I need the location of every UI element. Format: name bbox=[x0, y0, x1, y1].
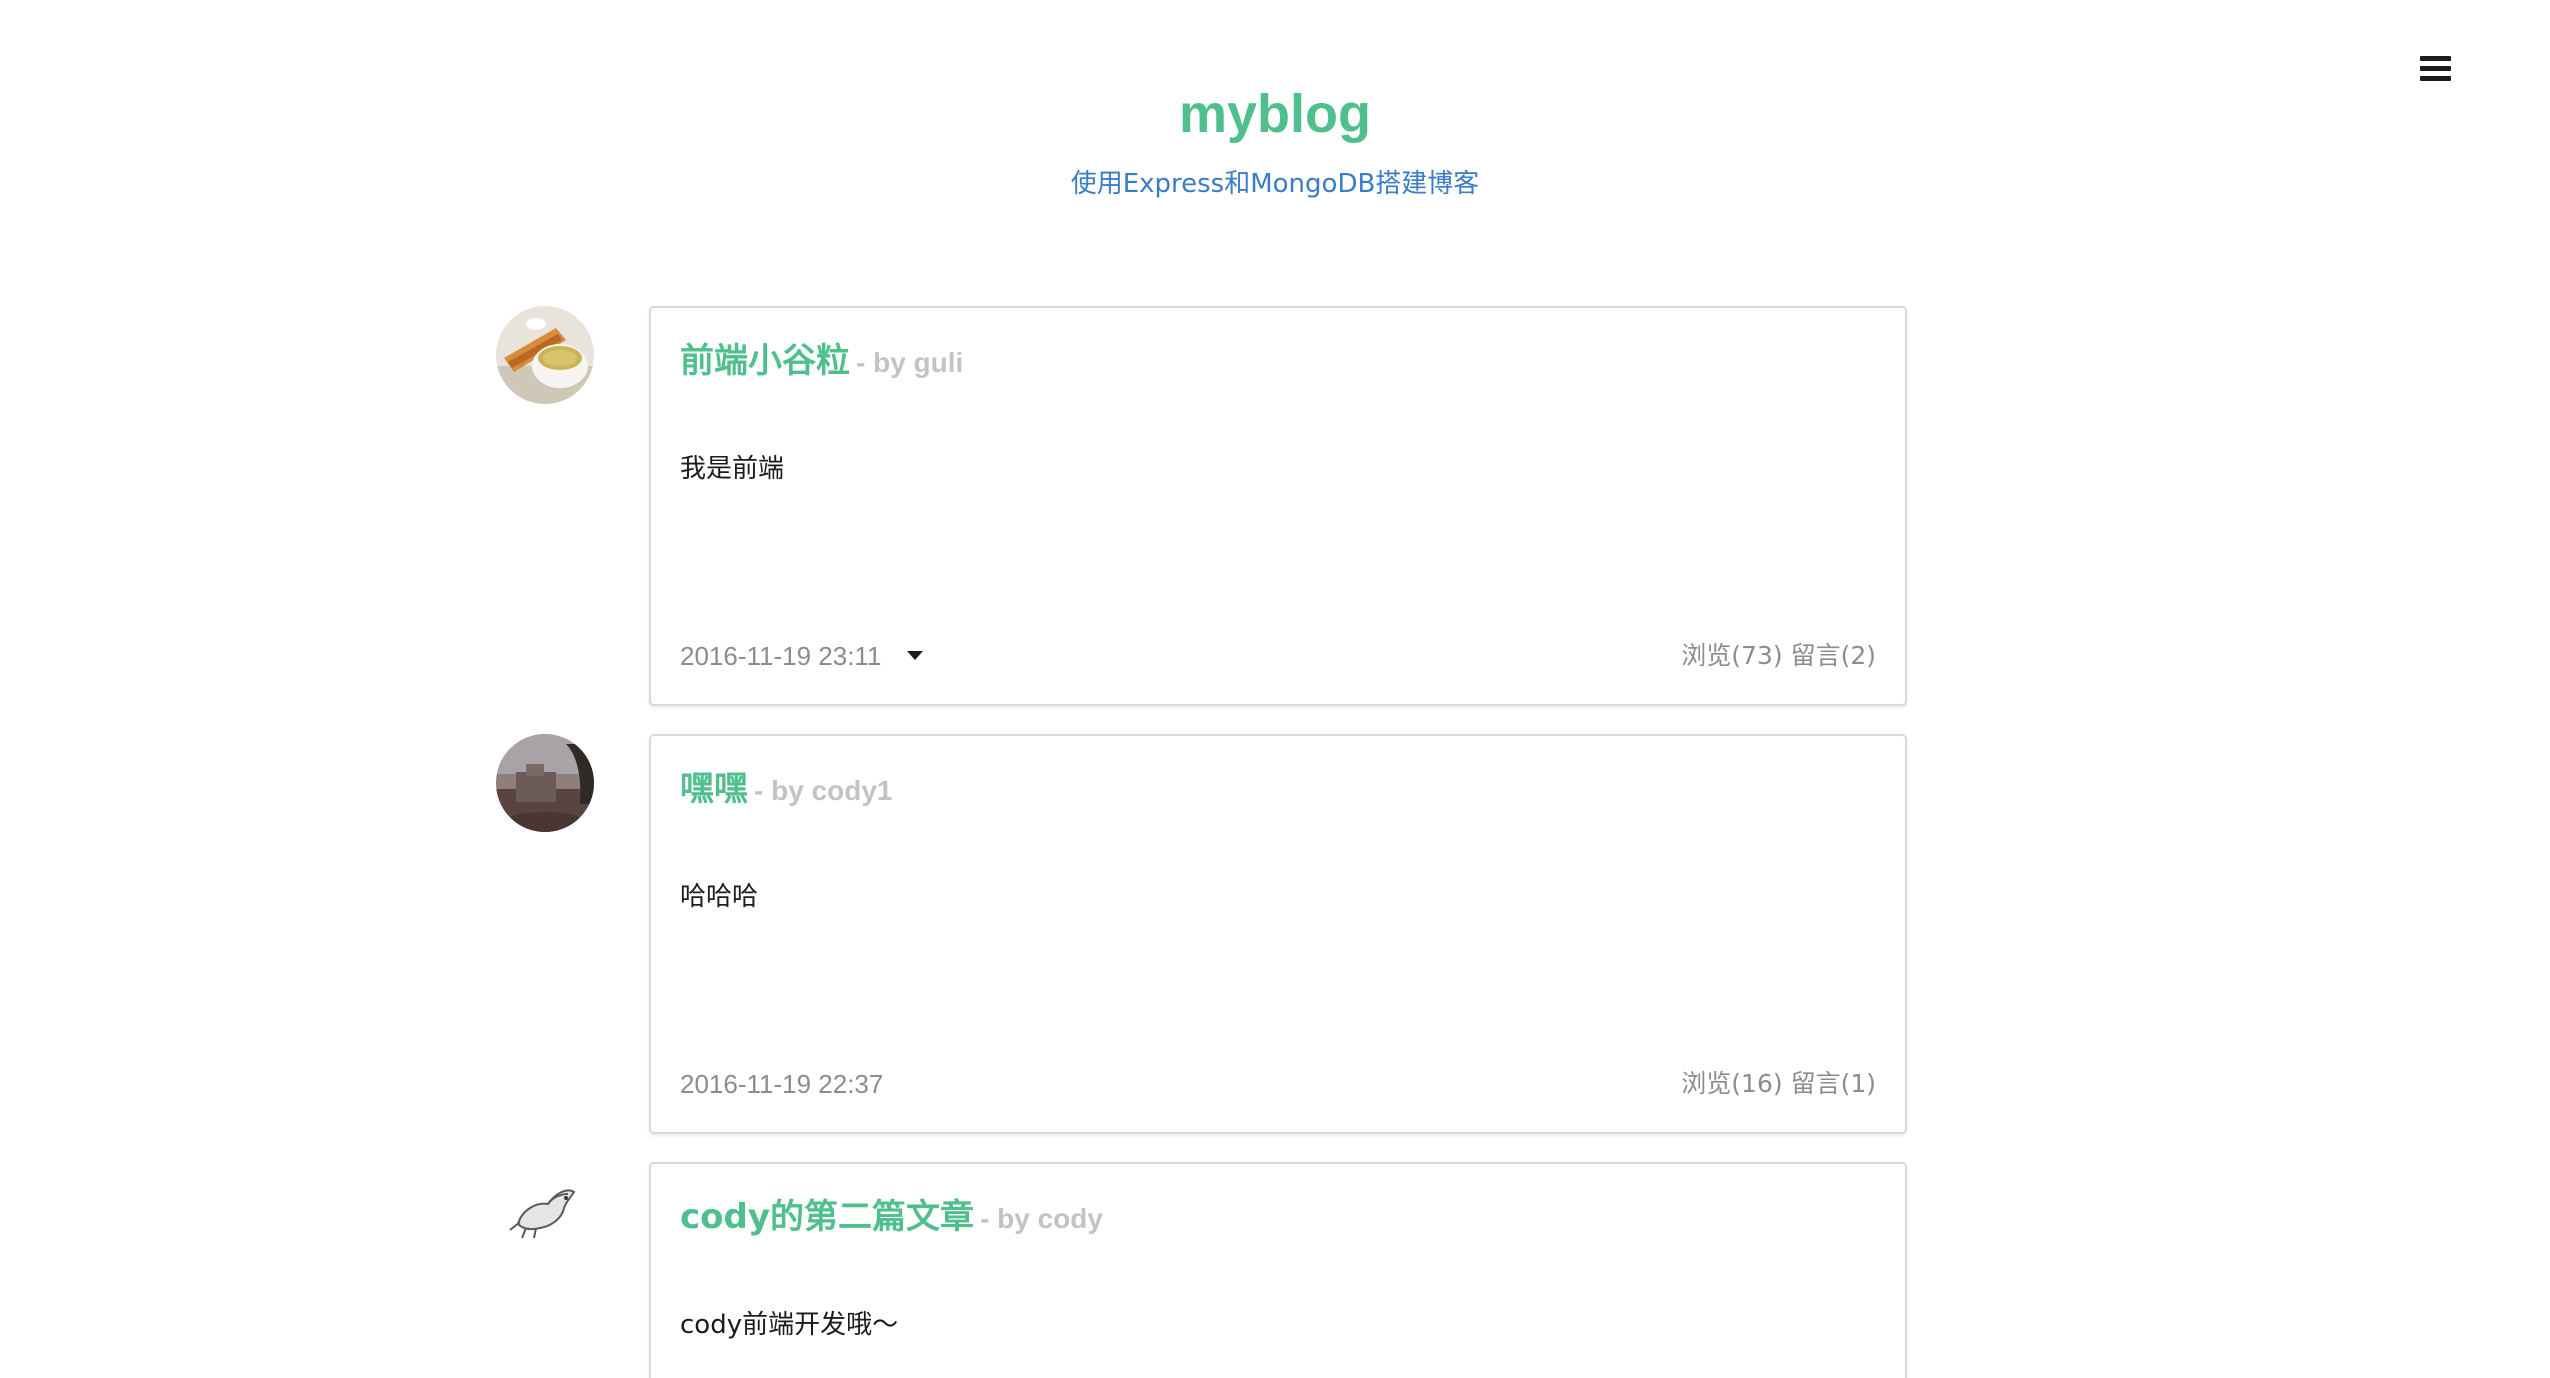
menu-bar bbox=[2420, 56, 2451, 61]
post-views[interactable]: 浏览(16) bbox=[1681, 1069, 1782, 1098]
post-title[interactable]: 前端小谷粒 bbox=[680, 341, 850, 381]
post-card: 嘿嘿 - by cody1 哈哈哈 2016-11-19 22:37 浏览(16)… bbox=[649, 734, 1907, 1134]
post-date-line: 2016-11-19 23:11 bbox=[680, 638, 924, 674]
caret-down-icon[interactable] bbox=[907, 650, 924, 660]
post-content: 哈哈哈 bbox=[680, 882, 759, 912]
post-date: 2016-11-19 22:37 bbox=[680, 1069, 884, 1099]
post-author[interactable]: - by cody bbox=[980, 1203, 1103, 1234]
post-content: 我是前端 bbox=[680, 454, 785, 484]
post-date-line: 2016-11-19 22:37 bbox=[680, 1066, 883, 1102]
post-comments[interactable]: 留言(1) bbox=[1791, 1069, 1876, 1098]
blog-page: myblog 使用Express和MongoDB搭建博客 前端小谷粒 - by g… bbox=[0, 0, 2550, 1378]
post-title[interactable]: cody的第二篇文章 bbox=[680, 1197, 974, 1237]
post-title-line: 前端小谷粒 - by guli bbox=[680, 338, 963, 386]
post-item: 前端小谷粒 - by guli 我是前端 2016-11-19 23:11 浏览(… bbox=[496, 306, 1912, 706]
post-author[interactable]: - by cody1 bbox=[754, 775, 892, 806]
menu-bar bbox=[2420, 66, 2451, 71]
post-content: cody前端开发哦～ bbox=[680, 1310, 899, 1340]
post-title[interactable]: 嘿嘿 bbox=[680, 769, 748, 809]
post-card: 前端小谷粒 - by guli 我是前端 2016-11-19 23:11 浏览(… bbox=[649, 306, 1907, 706]
post-stats: 浏览(16) 留言(1) bbox=[1681, 1066, 1876, 1102]
post-item: 嘿嘿 - by cody1 哈哈哈 2016-11-19 22:37 浏览(16)… bbox=[496, 734, 1912, 1134]
site-header: myblog 使用Express和MongoDB搭建博客 bbox=[0, 76, 2550, 202]
site-title: myblog bbox=[1178, 84, 1371, 144]
site-description[interactable]: 使用Express和MongoDB搭建博客 bbox=[0, 166, 2550, 202]
tea-cup-avatar[interactable] bbox=[496, 306, 594, 404]
post-title-line: cody的第二篇文章 - by cody bbox=[680, 1194, 1103, 1242]
post-card: cody的第二篇文章 - by cody cody前端开发哦～ bbox=[649, 1162, 1907, 1378]
bird-avatar[interactable] bbox=[496, 1162, 594, 1260]
post-comments[interactable]: 留言(2) bbox=[1791, 641, 1876, 670]
post-title-line: 嘿嘿 - by cody1 bbox=[680, 766, 892, 814]
post-author[interactable]: - by guli bbox=[856, 347, 963, 378]
post-views[interactable]: 浏览(73) bbox=[1681, 641, 1782, 670]
landscape-avatar[interactable] bbox=[496, 734, 594, 832]
post-item: cody的第二篇文章 - by cody cody前端开发哦～ bbox=[496, 1162, 1912, 1378]
post-stats: 浏览(73) 留言(2) bbox=[1681, 638, 1876, 674]
post-date: 2016-11-19 23:11 bbox=[680, 641, 882, 671]
